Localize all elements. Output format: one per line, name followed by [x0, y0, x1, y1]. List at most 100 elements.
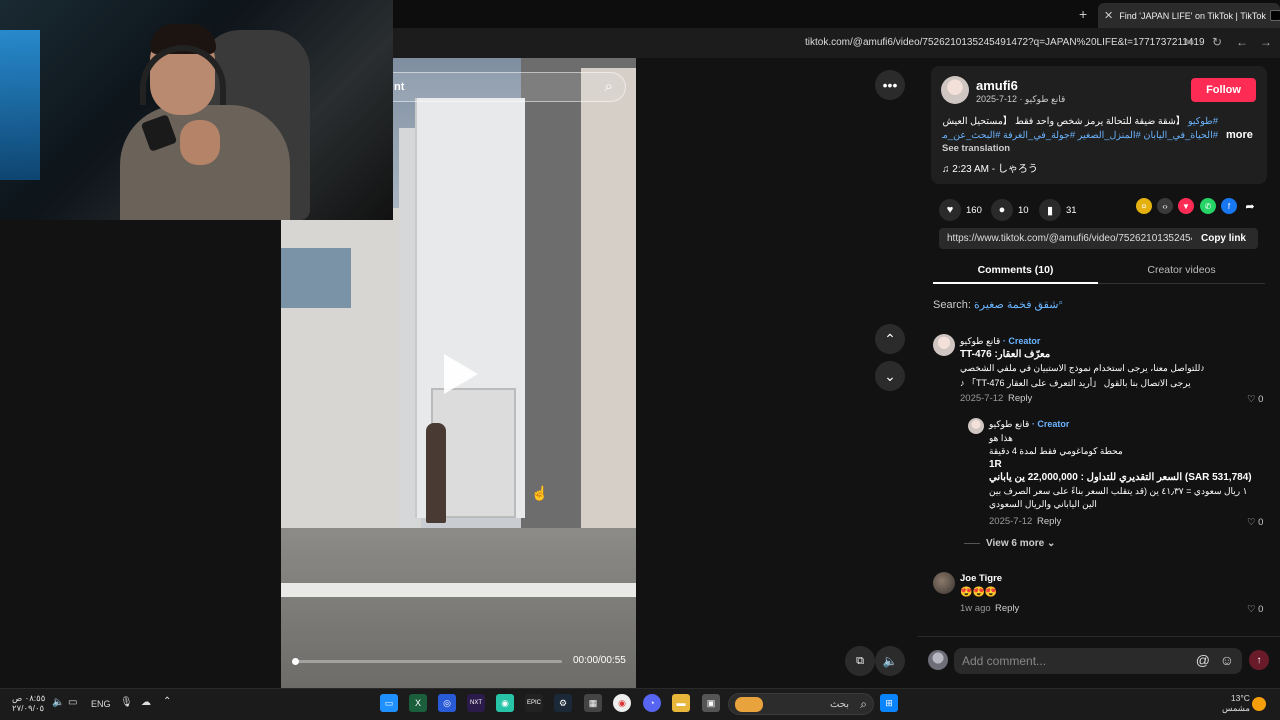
folder-icon[interactable]: ▬	[672, 694, 690, 712]
browser-tab[interactable]: ✕ Find 'JAPAN LIFE' on TikTok | TikTok	[1098, 3, 1280, 28]
search-icon: ⌕	[860, 697, 867, 711]
search-highlight-icon	[735, 697, 763, 712]
comment-stat[interactable]: ● 10	[991, 199, 1029, 221]
site-settings-icon[interactable]: ⇋	[1184, 35, 1194, 49]
comment-search-suggestion[interactable]: Search: شقق فخمة صغيرة⌕	[933, 298, 1063, 311]
pip-icon[interactable]: ⧉	[845, 646, 875, 676]
more-options-icon[interactable]: •••	[875, 70, 905, 100]
hashtag[interactable]: #طوكيو	[1188, 116, 1218, 127]
search-query[interactable]: شقق فخمة صغيرة	[974, 299, 1058, 311]
reply-button[interactable]: Reply	[1008, 393, 1032, 404]
coin-share-icon[interactable]: ¤	[1136, 198, 1152, 214]
follow-button[interactable]: Follow	[1191, 78, 1256, 102]
hashtags-line[interactable]: #الحياة_في_اليابان #المنزل_الصغير #جولة_…	[942, 129, 1218, 143]
app-icon[interactable]: ▣	[702, 694, 720, 712]
forward-arrow-icon[interactable]: →	[1260, 35, 1272, 49]
cloud-icon[interactable]: ☁	[141, 697, 151, 708]
see-translation-link[interactable]: See translation	[942, 143, 1010, 154]
author-subline: 2025-7-12 · قانع طوكيو	[976, 94, 1066, 104]
windows-start-icon[interactable]: ⊞	[880, 694, 898, 712]
comment-line: هذا هو	[989, 433, 1013, 443]
author-name[interactable]: Joe Tigre	[960, 573, 1002, 584]
store-icon[interactable]: ▦	[584, 694, 602, 712]
app-icon[interactable]: ◉	[496, 694, 514, 712]
comment-author[interactable]: قانع طوكيو · Creator	[960, 336, 1040, 347]
network-icon[interactable]: ▭	[68, 697, 77, 708]
reload-icon[interactable]: ↻	[1212, 35, 1222, 49]
heart-icon[interactable]: ♥	[939, 199, 961, 221]
previous-video-chevron-up-icon[interactable]: ⌃	[875, 324, 905, 354]
view-more-replies[interactable]: View 6 more ⌄	[964, 538, 1055, 549]
microphone-icon[interactable]: 🎙	[120, 697, 133, 708]
comment-date: 2025-7-12	[989, 516, 1033, 527]
chrome-icon[interactable]: ◉	[613, 694, 631, 712]
more-button[interactable]: more	[1226, 129, 1253, 141]
emoji-icon[interactable]: ☺	[1220, 652, 1234, 668]
weather-widget[interactable]: 13°C مشمس	[1222, 693, 1250, 713]
reply-button[interactable]: Reply	[1037, 516, 1061, 527]
author-username[interactable]: amufi6	[976, 78, 1018, 93]
avatar[interactable]	[928, 650, 948, 670]
app-icon[interactable]: ▭	[380, 694, 398, 712]
copy-link-button[interactable]: Copy link	[1201, 233, 1246, 244]
app-icon[interactable]: ◎	[438, 694, 456, 712]
mention-icon[interactable]: @	[1196, 652, 1210, 668]
video-search-text: nt	[394, 81, 405, 93]
taskbar-search[interactable]: بحث ⌕	[728, 693, 874, 715]
send-to-friends-icon[interactable]: ▼	[1178, 198, 1194, 214]
facebook-icon[interactable]: f	[1221, 198, 1237, 214]
tab-creator-videos[interactable]: Creator videos	[1098, 264, 1265, 276]
tab-close-icon[interactable]: ✕	[1104, 9, 1113, 22]
taskbar-search-placeholder: بحث	[829, 699, 849, 710]
steam-icon[interactable]: ⚙	[554, 694, 572, 712]
avatar[interactable]	[941, 76, 969, 104]
language-indicator[interactable]: ENG	[91, 699, 111, 709]
back-arrow-icon[interactable]: ←	[1236, 35, 1248, 49]
whatsapp-icon[interactable]: ✆	[1200, 198, 1216, 214]
comment-line: ♪ 「TT-476 يرجى الاتصال بنا بالقول 「أريد …	[960, 378, 1191, 388]
search-icon[interactable]: ⌕	[605, 78, 613, 95]
music-link[interactable]: ♫ 2:23 AM - しゃろう	[942, 160, 1038, 175]
next-video-chevron-down-icon[interactable]: ⌄	[875, 361, 905, 391]
save-stat[interactable]: ▮ 31	[1039, 199, 1077, 221]
author-name[interactable]: قانع طوكيو	[960, 336, 1000, 346]
discord-icon[interactable]: ◔	[643, 694, 661, 712]
share-arrow-icon[interactable]: ➦	[1242, 198, 1258, 214]
tab-comments[interactable]: Comments (10)	[933, 264, 1098, 276]
comment-icon[interactable]: ●	[991, 199, 1013, 221]
excel-icon[interactable]: X	[409, 694, 427, 712]
speaker-icon[interactable]: 🔈	[52, 697, 64, 708]
avatar[interactable]	[933, 334, 955, 356]
new-tab-button[interactable]: +	[1079, 6, 1087, 22]
volume-icon[interactable]: 🔈	[875, 646, 905, 676]
comment-line: ١ ريال سعودي = ٤١٫٣٧ ين (قد يتقلب السعر …	[989, 486, 1248, 496]
view-more-label[interactable]: View 6 more	[986, 538, 1044, 549]
avatar[interactable]	[968, 418, 984, 434]
play-icon[interactable]	[444, 354, 478, 394]
progress-handle[interactable]	[292, 658, 299, 665]
author-name[interactable]: قانع طوكيو	[989, 419, 1029, 429]
comment-like[interactable]: ♡ 0	[1247, 604, 1263, 615]
share-link-url[interactable]: https://www.tiktok.com/@amufi6/video/752…	[947, 233, 1192, 244]
comment-line: 1R	[989, 459, 1002, 470]
creator-badge: · Creator	[1031, 419, 1070, 429]
epic-games-icon[interactable]: EPIC	[525, 694, 543, 712]
avatar[interactable]	[933, 572, 955, 594]
embed-icon[interactable]: ‹›	[1157, 198, 1173, 214]
send-comment-button[interactable]: ↑	[1249, 650, 1269, 670]
clock[interactable]: ٠٨:٥٥ ص ٢٧/٠٩/٠٥	[12, 693, 45, 713]
comment-like[interactable]: ♡ 0	[1247, 517, 1263, 528]
comment-line: TT-476 :معرّف العقار	[960, 349, 1051, 360]
chevron-up-icon[interactable]: ⌃	[163, 696, 171, 707]
screen: + ✕ Find 'JAPAN LIFE' on TikTok | TikTok…	[0, 0, 1280, 720]
comment-input[interactable]: Add comment... @ ☺	[954, 648, 1242, 674]
like-stat[interactable]: ♥ 160	[939, 199, 982, 221]
video-progress-bar[interactable]	[292, 658, 562, 665]
url-text[interactable]: tiktok.com/@amufi6/video/752621013524549…	[805, 37, 1205, 48]
comment-like-count: 0	[1258, 517, 1264, 528]
bookmark-icon[interactable]: ▮	[1039, 199, 1061, 221]
comment-author[interactable]: قانع طوكيو · Creator	[989, 419, 1069, 430]
reply-button[interactable]: Reply	[995, 603, 1019, 614]
comment-like[interactable]: ♡ 0	[1247, 394, 1263, 405]
nzxt-icon[interactable]: NXT	[467, 694, 485, 712]
